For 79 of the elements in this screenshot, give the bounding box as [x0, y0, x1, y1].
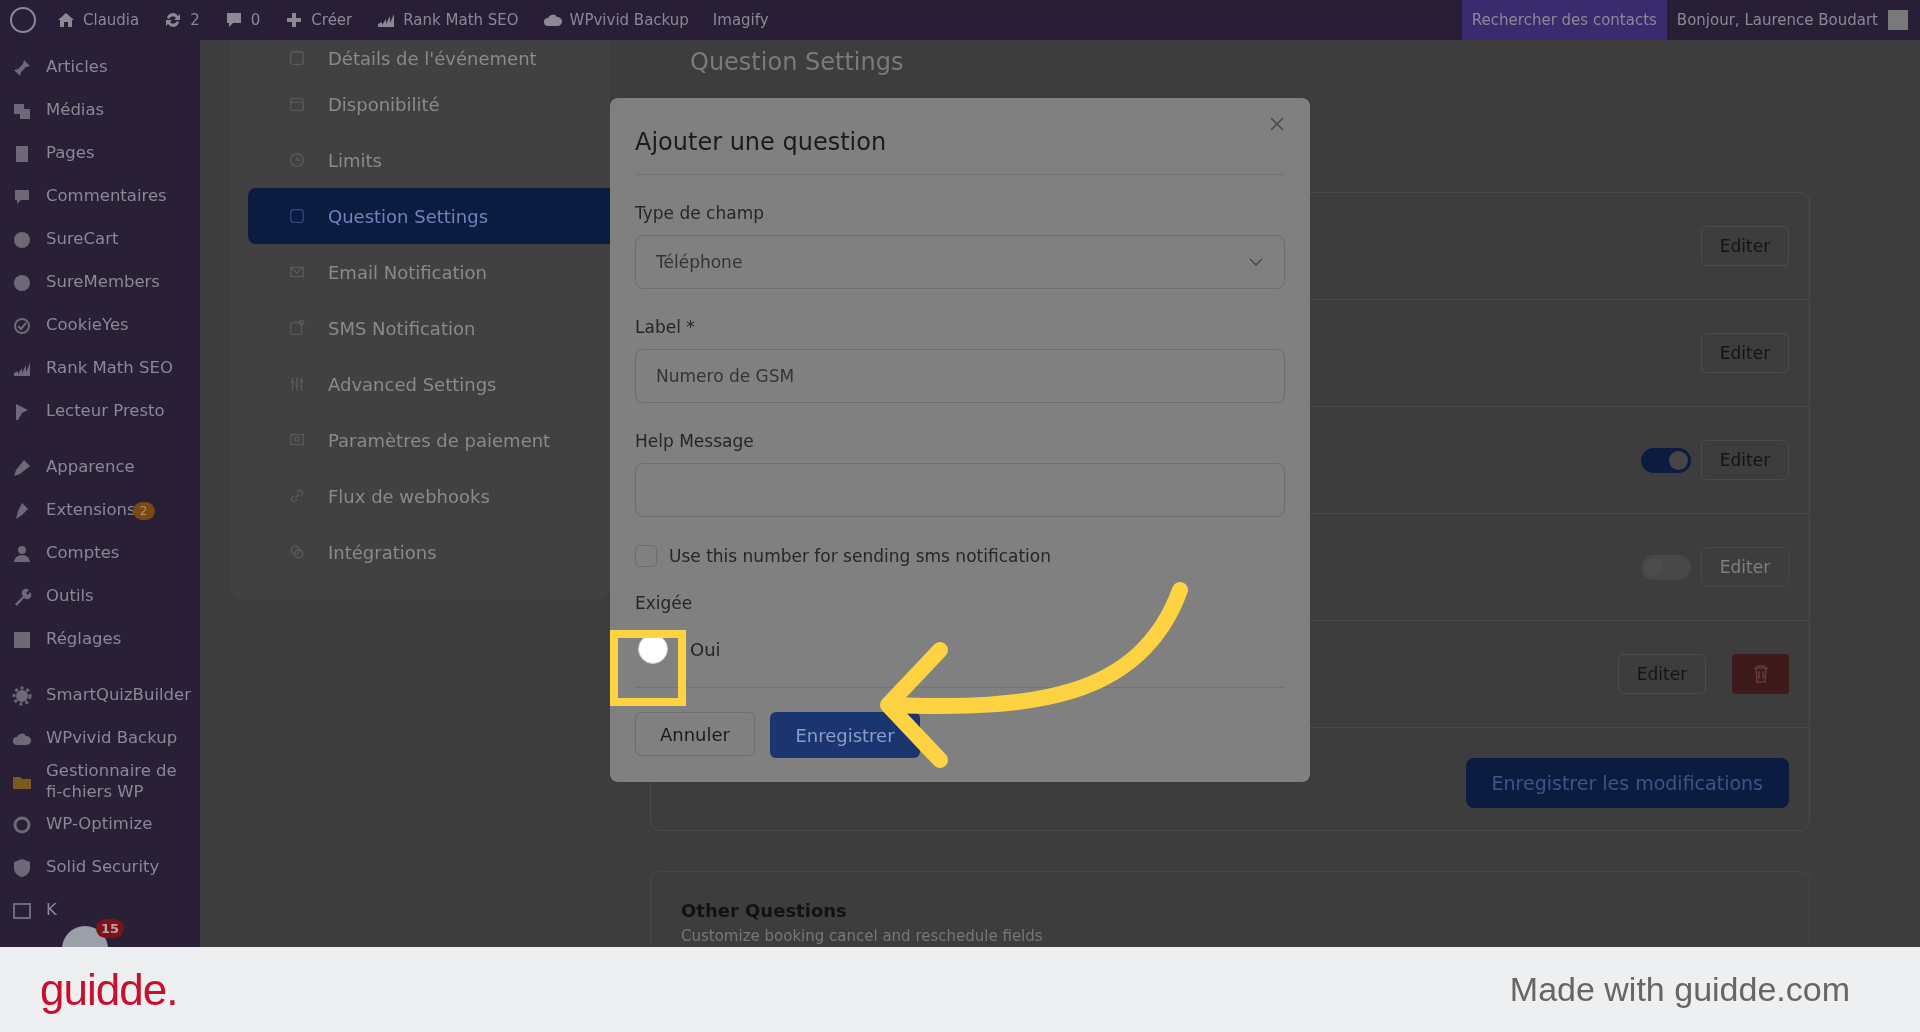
sidebar-item[interactable]: Outils — [0, 575, 104, 618]
field-label: Exigée — [635, 593, 693, 613]
field-label: Label * — [635, 317, 695, 337]
sidebar-item[interactable]: Médias — [0, 89, 115, 132]
square-icon — [288, 49, 306, 67]
save-button[interactable]: Enregistrer — [770, 712, 920, 758]
rings-icon — [288, 543, 306, 561]
settings-nav-item[interactable]: Question Settings — [248, 188, 610, 244]
sidebar-item[interactable]: Pages — [0, 132, 105, 175]
sidebar-item[interactable]: Solid Security — [0, 846, 170, 889]
settings-nav-item[interactable]: Détails de l'événement — [248, 40, 610, 76]
sidebar-item[interactable]: Lecteur Presto — [0, 390, 175, 433]
toggle-switch[interactable] — [1641, 447, 1691, 473]
phone-icon — [288, 319, 306, 337]
ring-icon — [12, 814, 32, 835]
chevron-down-icon — [1248, 257, 1264, 267]
dialog-title: Ajouter une question — [635, 127, 887, 156]
settings-nav-item[interactable]: Limits — [248, 132, 610, 188]
sidebar-item[interactable]: Gestionnaire de fi-chiers WP — [0, 760, 200, 803]
settings-nav-item[interactable]: Intégrations — [248, 524, 610, 580]
admin-bar-item[interactable]: 0 — [211, 0, 273, 40]
cancel-button[interactable]: Annuler — [635, 712, 755, 756]
field-label: Help Message — [635, 431, 754, 451]
field-type-select[interactable]: Téléphone — [635, 235, 1285, 289]
sidebar-item[interactable]: Articles — [0, 46, 118, 89]
admin-bar-item[interactable]: Imagify — [700, 0, 781, 40]
settings-nav-item[interactable]: Advanced Settings — [248, 356, 610, 412]
settings-nav-item[interactable]: Email Notification — [248, 244, 610, 300]
section-title: Question Settings — [689, 47, 905, 78]
brush-icon — [12, 457, 32, 478]
label-input[interactable]: Numero de GSM — [635, 349, 1285, 403]
settings-nav-item[interactable]: Flux de webhooks — [248, 468, 610, 524]
frame-icon — [12, 900, 32, 921]
sidebar-item[interactable]: SmartQuizBuilder — [0, 674, 200, 717]
calendar-icon — [288, 95, 306, 113]
sidebar-item[interactable]: Extensions 2 — [0, 489, 165, 532]
greeting[interactable]: Bonjour, Laurence Boudart — [1666, 11, 1888, 29]
gear-icon — [12, 685, 32, 706]
sliders-icon — [288, 375, 306, 393]
sidebar-item[interactable]: Apparence — [0, 446, 145, 489]
search-contacts-link[interactable]: Rechercher des contacts — [1461, 0, 1667, 40]
sliders-icon — [12, 629, 32, 650]
avatar-icon[interactable] — [1888, 10, 1908, 30]
notification-badge: 15 — [96, 919, 125, 938]
admin-bar-item[interactable]: WPvivid Backup — [530, 0, 701, 40]
admin-bar-item[interactable]: Claudia — [44, 0, 152, 40]
user-icon — [12, 543, 32, 564]
sidebar-item[interactable]: SureMembers — [0, 261, 170, 304]
settings-nav-item[interactable]: Paramètres de paiement — [248, 412, 610, 468]
circle-icon — [12, 229, 32, 250]
trash-icon — [1752, 665, 1769, 683]
sidebar-item[interactable]: K — [0, 889, 67, 932]
admin-bar-item[interactable]: 2 — [151, 0, 212, 40]
sidebar-item[interactable]: SureCart — [0, 218, 129, 261]
shield-icon — [12, 857, 32, 878]
sidebar-item[interactable]: CookieYes — [0, 304, 139, 347]
home-icon — [56, 10, 76, 30]
clock-icon — [288, 151, 306, 169]
radio-label: Oui — [690, 638, 721, 660]
check-icon — [12, 315, 32, 336]
settings-nav-item[interactable]: Disponibilité — [248, 76, 610, 132]
question-icon — [288, 207, 306, 225]
checkbox-label: Use this number for sending sms notification — [669, 546, 1051, 566]
sidebar-item[interactable]: Comptes — [0, 532, 130, 575]
sidebar-item[interactable]: Réglages — [0, 618, 132, 661]
sidebar-item[interactable]: Rank Math SEO — [0, 347, 183, 390]
sidebar-item[interactable]: Commentaires — [0, 175, 177, 218]
credit-text: Made with guidde.com — [1509, 970, 1850, 1009]
sidebar-item[interactable]: WP-Optimize — [0, 803, 163, 846]
link-icon — [288, 487, 306, 505]
delete-button[interactable] — [1732, 654, 1789, 694]
brand-logo: guidde. — [40, 964, 178, 1015]
field-label: Type de champ — [635, 203, 764, 223]
circle-icon — [12, 272, 32, 293]
admin-bar-item[interactable]: Rank Math SEO — [364, 0, 531, 40]
settings-nav-item[interactable]: SMS Notification — [248, 300, 610, 356]
sidebar-item[interactable]: WPvivid Backup — [0, 717, 188, 760]
card-subtitle: Customize booking cancel and reschedule fields — [681, 927, 1044, 945]
admin-bar-item[interactable]: Créer — [272, 0, 365, 40]
